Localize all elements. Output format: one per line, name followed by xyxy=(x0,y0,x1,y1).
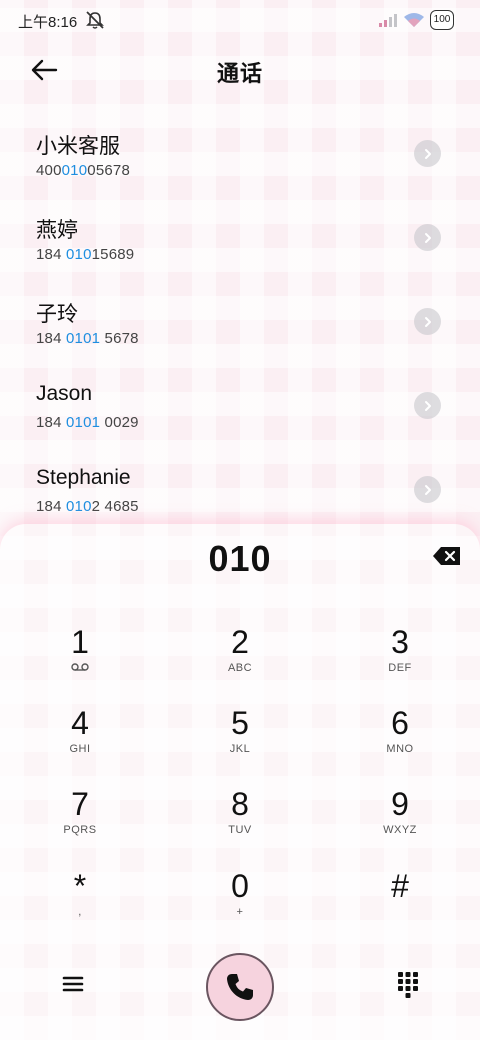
contact-row[interactable]: 小米客服 40001005678 xyxy=(0,112,480,196)
key-letters: GHI xyxy=(69,743,91,755)
key-9[interactable]: 9 WXYZ xyxy=(345,786,455,860)
key-7[interactable]: 7 PQRS xyxy=(25,786,135,860)
contact-name: 子玲 xyxy=(36,303,78,326)
key-1[interactable]: 1 xyxy=(25,624,135,698)
call-button[interactable] xyxy=(206,953,274,1021)
key-0[interactable]: 0 + xyxy=(185,868,295,942)
key-digit: 7 xyxy=(71,786,89,822)
contact-row[interactable]: Stephanie 184 0102 4685 xyxy=(0,448,480,532)
key-letters: JKL xyxy=(229,743,251,755)
key-letters: DEF xyxy=(388,662,412,674)
page-title: 通话 xyxy=(216,61,263,86)
key-digit: 8 xyxy=(231,786,249,822)
key-digit: * xyxy=(73,868,87,904)
backspace-icon[interactable] xyxy=(432,546,462,566)
signal-icon xyxy=(379,14,397,27)
key-digit: 6 xyxy=(391,705,409,741)
mute-icon xyxy=(86,11,104,29)
chevron-right-icon[interactable] xyxy=(414,476,441,503)
battery-level: 100 xyxy=(433,14,451,25)
status-time: 上午8:16 xyxy=(18,14,78,31)
contact-number: 184 0101 0029 xyxy=(36,414,139,431)
phone-icon xyxy=(227,974,253,1000)
contact-name: 燕婷 xyxy=(36,219,78,242)
key-digit: # xyxy=(391,868,409,904)
contact-row[interactable]: 子玲 184 0101 5678 xyxy=(0,280,480,364)
contact-name: Stephanie xyxy=(36,466,131,489)
chevron-right-icon[interactable] xyxy=(414,392,441,419)
menu-icon[interactable] xyxy=(58,970,88,998)
key-letters: ABC xyxy=(227,662,253,674)
key-digit: 3 xyxy=(391,624,409,660)
wifi-icon xyxy=(404,13,424,27)
key-letters: TUV xyxy=(228,824,252,836)
key-letters: MNO xyxy=(386,743,414,755)
contact-number: 184 0101 5678 xyxy=(36,330,139,347)
key-5[interactable]: 5 JKL xyxy=(185,705,295,779)
key-star[interactable]: * , xyxy=(25,868,135,942)
key-letters xyxy=(345,906,455,920)
key-digit: 0 xyxy=(231,868,249,904)
key-letters: WXYZ xyxy=(383,824,417,836)
chevron-right-icon[interactable] xyxy=(414,140,441,167)
contact-list: 小米客服 40001005678 燕婷 184 01015689 子玲 184 … xyxy=(0,112,480,532)
key-digit: 9 xyxy=(391,786,409,822)
key-digit: 2 xyxy=(231,624,249,660)
key-digit: 4 xyxy=(71,705,89,741)
chevron-right-icon[interactable] xyxy=(414,308,441,335)
contact-number: 184 01015689 xyxy=(36,246,135,263)
contact-number: 184 0102 4685 xyxy=(36,498,139,515)
key-3[interactable]: 3 DEF xyxy=(345,624,455,698)
chevron-right-icon[interactable] xyxy=(414,224,441,251)
battery-icon: 100 xyxy=(430,10,454,30)
key-letters: + xyxy=(236,906,244,918)
status-bar: 上午8:16 100 xyxy=(0,0,480,40)
key-hash[interactable]: # xyxy=(345,868,455,942)
dialpad-icon[interactable] xyxy=(396,970,420,1000)
voicemail-icon xyxy=(25,662,135,676)
key-6[interactable]: 6 MNO xyxy=(345,705,455,779)
contact-name: Jason xyxy=(36,382,93,405)
key-letters: , xyxy=(78,906,82,918)
key-digit: 1 xyxy=(71,624,89,660)
key-2[interactable]: 2 ABC xyxy=(185,624,295,698)
contact-row[interactable]: Jason 184 0101 0029 xyxy=(0,364,480,448)
key-4[interactable]: 4 GHI xyxy=(25,705,135,779)
dial-input[interactable]: 010 xyxy=(0,538,480,580)
key-digit: 5 xyxy=(231,705,249,741)
contact-name: 小米客服 xyxy=(36,135,120,158)
header: 通话 xyxy=(0,48,480,92)
key-letters: PQRS xyxy=(63,824,97,836)
contact-number: 40001005678 xyxy=(36,162,130,179)
contact-row[interactable]: 燕婷 184 01015689 xyxy=(0,196,480,280)
key-8[interactable]: 8 TUV xyxy=(185,786,295,860)
